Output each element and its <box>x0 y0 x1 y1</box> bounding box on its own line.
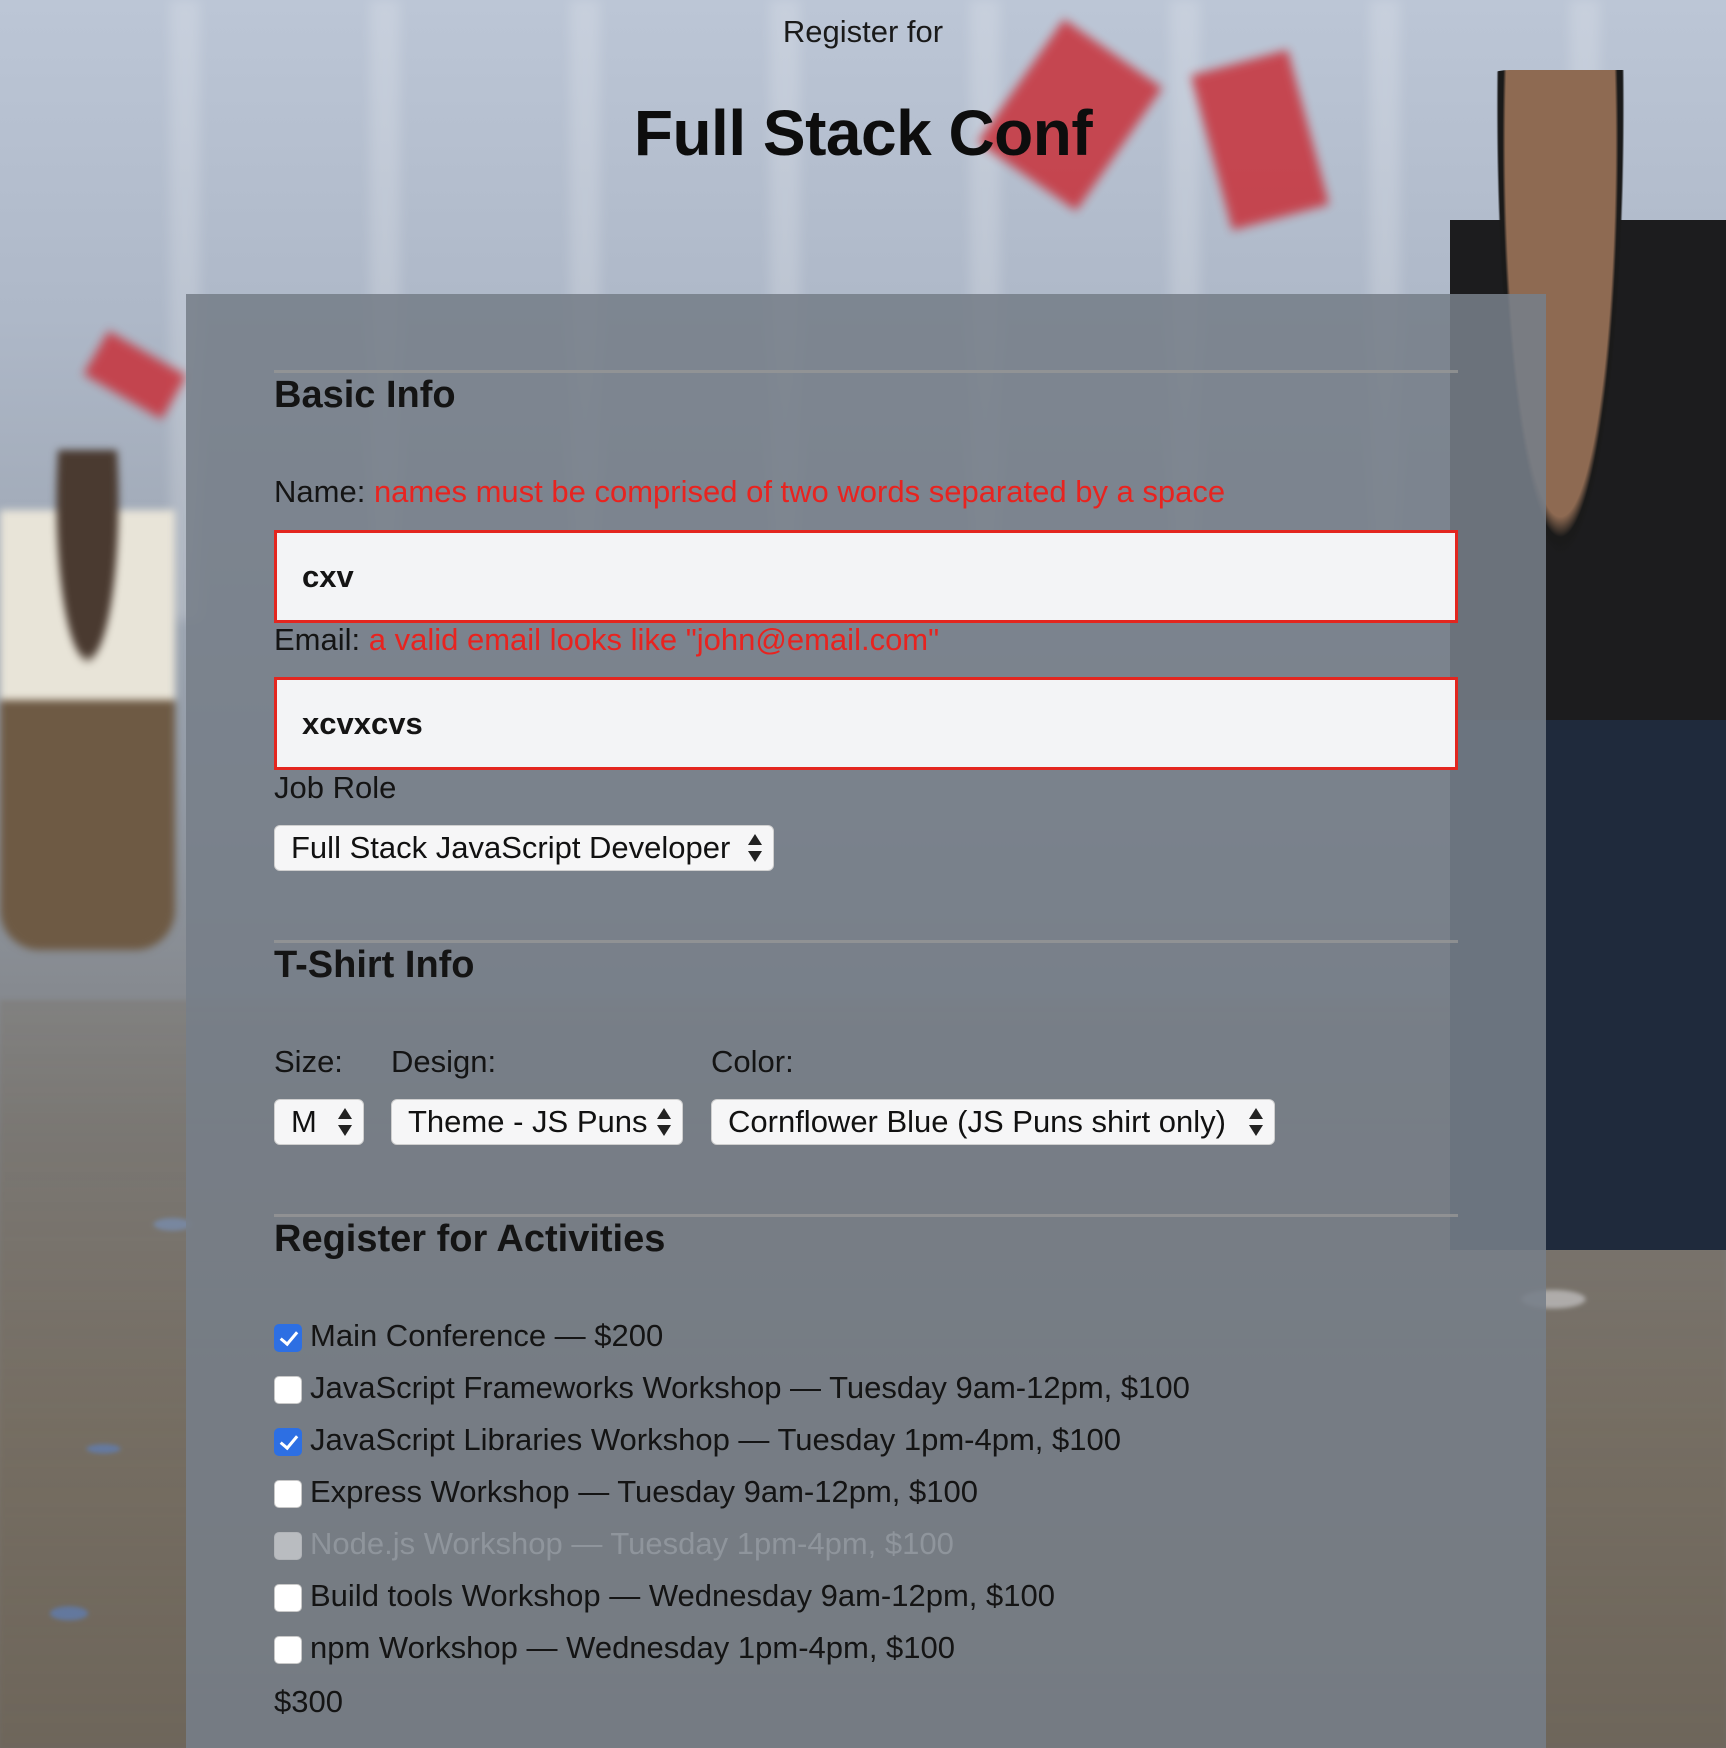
activity-nodejs[interactable]: Node.js Workshop — Tuesday 1pm-4pm, $100 <box>274 1524 954 1564</box>
tshirt-info-heading: T-Shirt Info <box>274 944 475 986</box>
name-error-message: names must be comprised of two words sep… <box>373 474 1226 509</box>
activity-npm[interactable]: npm Workshop — Wednesday 1pm-4pm, $100 <box>274 1628 955 1668</box>
email-label-text: Email: <box>274 622 361 657</box>
basic-info-heading: Basic Info <box>274 374 456 416</box>
design-label: Design: <box>391 1044 497 1079</box>
section-divider <box>274 940 1458 943</box>
activity-checkbox[interactable] <box>274 1324 302 1352</box>
activity-checkbox[interactable] <box>274 1428 302 1456</box>
color-selected-value: Cornflower Blue (JS Puns shirt only) <box>728 1104 1226 1139</box>
name-label-text: Name: <box>274 474 366 509</box>
activity-label: Build tools Workshop — Wednesday 9am-12p… <box>310 1578 1055 1613</box>
select-arrows-icon <box>1248 1105 1264 1139</box>
background-person <box>0 450 175 950</box>
activity-checkbox[interactable] <box>274 1376 302 1404</box>
email-error-message: a valid email looks like "john@email.com… <box>368 622 940 657</box>
design-select[interactable]: Theme - JS Puns <box>391 1099 683 1145</box>
activity-js-libraries[interactable]: JavaScript Libraries Workshop — Tuesday … <box>274 1420 1121 1460</box>
size-select[interactable]: M <box>274 1099 364 1145</box>
email-input[interactable] <box>274 677 1458 770</box>
select-arrows-icon <box>337 1105 353 1139</box>
activity-checkbox[interactable] <box>274 1532 302 1560</box>
page-title: Full Stack Conf <box>633 97 1093 169</box>
size-label: Size: <box>274 1044 343 1079</box>
email-label: Email: a valid email looks like "john@em… <box>274 622 939 658</box>
activity-checkbox[interactable] <box>274 1584 302 1612</box>
activity-express[interactable]: Express Workshop — Tuesday 9am-12pm, $10… <box>274 1472 978 1512</box>
activity-main-conference[interactable]: Main Conference — $200 <box>274 1316 663 1356</box>
activities-total: $300 <box>274 1684 343 1719</box>
job-role-selected-value: Full Stack JavaScript Developer <box>291 830 731 865</box>
activity-checkbox[interactable] <box>274 1636 302 1664</box>
activity-label: Node.js Workshop — Tuesday 1pm-4pm, $100 <box>310 1526 954 1561</box>
design-selected-value: Theme - JS Puns <box>408 1104 648 1139</box>
name-input[interactable] <box>274 530 1458 623</box>
page-pretitle: Register for <box>782 14 944 49</box>
activity-checkbox[interactable] <box>274 1480 302 1508</box>
job-role-label: Job Role <box>274 770 397 805</box>
activity-label: npm Workshop — Wednesday 1pm-4pm, $100 <box>310 1630 956 1665</box>
section-divider <box>274 370 1458 373</box>
activity-label: JavaScript Frameworks Workshop — Tuesday… <box>310 1370 1190 1405</box>
color-select[interactable]: Cornflower Blue (JS Puns shirt only) <box>711 1099 1275 1145</box>
name-label: Name: names must be comprised of two wor… <box>274 474 1225 510</box>
select-arrows-icon <box>747 831 763 865</box>
section-divider <box>274 1214 1458 1217</box>
job-role-select[interactable]: Full Stack JavaScript Developer <box>274 825 774 871</box>
activity-label: JavaScript Libraries Workshop — Tuesday … <box>310 1422 1121 1457</box>
size-selected-value: M <box>291 1104 317 1139</box>
activities-heading: Register for Activities <box>274 1218 666 1260</box>
color-label: Color: <box>711 1044 794 1079</box>
activity-js-frameworks[interactable]: JavaScript Frameworks Workshop — Tuesday… <box>274 1368 1190 1408</box>
activity-label: Express Workshop — Tuesday 9am-12pm, $10… <box>310 1474 978 1509</box>
activity-label: Main Conference — $200 <box>310 1318 664 1353</box>
select-arrows-icon <box>656 1105 672 1139</box>
activity-build-tools[interactable]: Build tools Workshop — Wednesday 9am-12p… <box>274 1576 1055 1616</box>
